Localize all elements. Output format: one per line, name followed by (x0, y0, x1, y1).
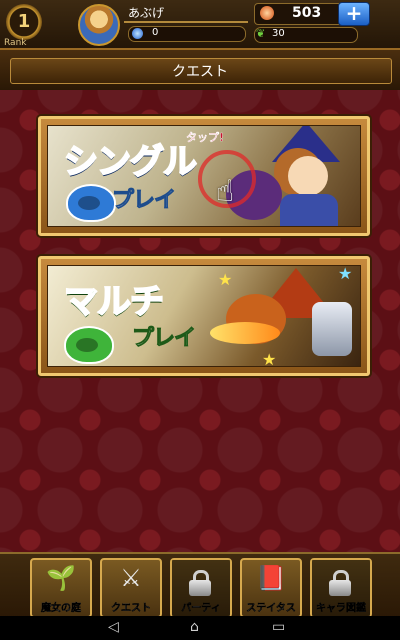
lock-icon (189, 570, 211, 596)
single-play-art: シングル プレイ タップ! ☝ (47, 125, 361, 227)
witch-body (280, 194, 338, 226)
gem-value: 503 (292, 5, 322, 21)
witch-character (262, 126, 354, 226)
back-icon[interactable]: ◁ (108, 619, 119, 635)
recents-icon[interactable]: ▭ (272, 619, 285, 635)
sprout-icon: 🌱 (46, 564, 76, 592)
nav-label: ステイタス (246, 603, 296, 614)
stamina-bar (254, 27, 358, 43)
nav-character-book[interactable]: キャラ図鑑 (310, 558, 372, 618)
nav-witch-garden[interactable]: 🌱 魔女の庭 (30, 558, 92, 618)
rank-label: Rank (4, 38, 27, 48)
nav-status[interactable]: 📕 ステイタス (240, 558, 302, 618)
nav-label: クエスト (111, 603, 151, 614)
book-icon: 📕 (256, 564, 286, 592)
multi-play-art: ★ ★ ★ マルチ プレイ (47, 265, 361, 367)
home-icon[interactable]: ⌂ (190, 619, 199, 635)
exp-orb-icon (132, 28, 143, 39)
dragon-character (210, 266, 352, 364)
nav-party[interactable]: パーティ (170, 558, 232, 618)
pointing-hand-icon: ☝ (216, 174, 235, 209)
crossed-swords-icon: ⚔ (120, 564, 142, 592)
avatar[interactable] (78, 4, 120, 46)
single-play-button[interactable]: シングル プレイ タップ! ☝ (38, 116, 370, 236)
player-name: あぶげ (128, 6, 165, 20)
add-gems-button[interactable]: + (338, 2, 370, 26)
single-play-subtitle: プレイ (111, 188, 176, 214)
multi-play-button[interactable]: ★ ★ ★ マルチ プレイ (38, 256, 370, 376)
multi-pig-icon (64, 326, 114, 364)
pig-snout (76, 338, 98, 352)
gem-icon (260, 6, 274, 20)
tap-hint: タップ! (186, 131, 225, 144)
pig-snout (78, 196, 100, 210)
star-icon: ★ (218, 270, 233, 289)
star-icon: ★ (338, 265, 353, 283)
lock-icon (329, 570, 351, 596)
single-pig-icon (66, 184, 116, 222)
lock-body (329, 580, 351, 596)
system-nav-bar: ◁ ⌂ ▭ (0, 616, 400, 640)
nav-quest[interactable]: ⚔ クエスト (100, 558, 162, 618)
multi-play-title: マルチ (63, 281, 165, 323)
leaf-icon: ❦ (256, 27, 266, 40)
page-title: クエスト (172, 64, 228, 80)
lock-body (189, 580, 211, 596)
exp-bar (128, 26, 246, 42)
single-play-title: シングル (63, 141, 198, 183)
status-bar: 1 Rank あぶげ 0 503 + ❦ 30 (0, 0, 400, 50)
flame-effect (210, 322, 280, 344)
star-icon: ★ (262, 350, 277, 367)
multi-play-subtitle: プレイ (131, 326, 196, 352)
nav-label: 魔女の庭 (41, 603, 81, 614)
knight-character (312, 302, 352, 356)
stamina-value: 30 (272, 28, 285, 39)
rank-badge: 1 (6, 4, 42, 40)
exp-value: 0 (152, 27, 159, 38)
witch-face (288, 156, 328, 196)
